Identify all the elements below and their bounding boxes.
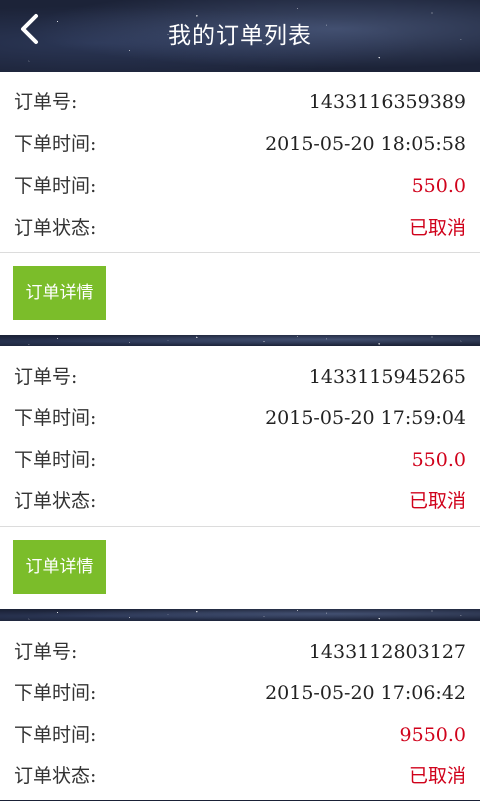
card-divider [0,609,480,621]
order-time-row: 下单时间: 2015-05-20 18:05:58 [14,129,466,159]
order-amount-row: 下单时间: 550.0 [14,445,466,475]
order-amount-label: 下单时间: [14,175,97,197]
order-amount-row: 下单时间: 550.0 [14,171,466,201]
order-amount-value: 550.0 [411,449,466,471]
order-time-label: 下单时间: [14,407,97,429]
order-number-value: 1433116359389 [308,91,466,113]
order-amount-value: 9550.0 [399,724,466,746]
order-status-row: 订单状态: 已取消 [14,213,466,243]
order-time-label: 下单时间: [14,682,97,704]
order-number-row: 订单号: 1433115945265 [14,362,466,392]
order-info: 订单号: 1433116359389 下单时间: 2015-05-20 18:0… [0,72,480,253]
order-status-label: 订单状态: [14,217,97,239]
order-status-value: 已取消 [408,490,466,512]
order-number-value: 1433112803127 [308,641,466,663]
order-number-value: 1433115945265 [308,366,466,388]
order-action-area: 订单详情 [0,527,480,609]
order-status-label: 订单状态: [14,490,97,512]
order-time-value: 2015-05-20 17:59:04 [265,407,466,429]
order-status-label: 订单状态: [14,765,97,787]
order-card: 订单号: 1433112803127 下单时间: 2015-05-20 17:0… [0,621,480,800]
order-number-label: 订单号: [14,366,78,388]
order-status-value: 已取消 [408,217,466,239]
order-amount-label: 下单时间: [14,449,97,471]
order-time-value: 2015-05-20 17:06:42 [265,682,466,704]
page-title: 我的订单列表 [168,23,312,49]
order-time-row: 下单时间: 2015-05-20 17:59:04 [14,403,466,433]
order-status-row: 订单状态: 已取消 [14,761,466,791]
order-number-label: 订单号: [14,91,78,113]
order-time-row: 下单时间: 2015-05-20 17:06:42 [14,678,466,708]
order-amount-row: 下单时间: 9550.0 [14,720,466,750]
order-number-row: 订单号: 1433112803127 [14,637,466,667]
header-bar: 我的订单列表 [0,0,480,72]
order-card: 订单号: 1433116359389 下单时间: 2015-05-20 18:0… [0,72,480,335]
order-number-row: 订单号: 1433116359389 [14,87,466,117]
order-number-label: 订单号: [14,641,78,663]
order-info: 订单号: 1433115945265 下单时间: 2015-05-20 17:5… [0,346,480,527]
order-action-area: 订单详情 [0,253,480,335]
card-divider [0,335,480,346]
order-info: 订单号: 1433112803127 下单时间: 2015-05-20 17:0… [0,621,480,801]
order-card: 订单号: 1433115945265 下单时间: 2015-05-20 17:5… [0,346,480,609]
order-detail-button[interactable]: 订单详情 [13,540,106,594]
order-amount-label: 下单时间: [14,724,97,746]
order-amount-value: 550.0 [411,175,466,197]
order-status-value: 已取消 [408,765,466,787]
order-time-label: 下单时间: [14,133,97,155]
order-time-value: 2015-05-20 18:05:58 [265,133,466,155]
order-detail-button[interactable]: 订单详情 [13,266,106,320]
order-status-row: 订单状态: 已取消 [14,486,466,516]
